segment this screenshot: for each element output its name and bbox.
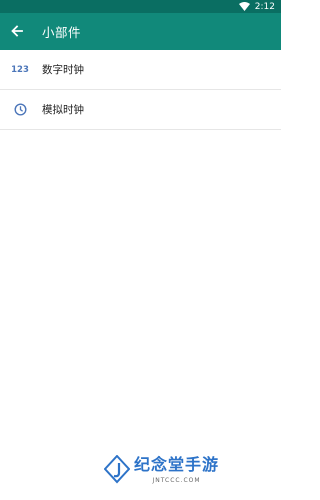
brand-url: JNTCCC.COM — [152, 477, 201, 484]
back-button[interactable] — [0, 13, 34, 50]
digits-123-icon: 123 — [11, 64, 29, 75]
list-item-label: 数字时钟 — [42, 64, 84, 76]
list-item-label: 模拟时钟 — [42, 104, 84, 116]
brand-name: 纪念堂手游 — [134, 455, 220, 474]
arrow-left-icon — [11, 22, 23, 41]
status-bar: 2:12 — [0, 0, 281, 13]
wifi-icon — [238, 2, 250, 11]
clock-icon — [0, 103, 40, 116]
page-title: 小部件 — [42, 25, 82, 40]
brand-logo-icon — [103, 454, 131, 485]
widget-list: 123 数字时钟 模拟时钟 — [0, 50, 281, 130]
list-item-digital-clock[interactable]: 123 数字时钟 — [0, 50, 281, 90]
list-item-analog-clock[interactable]: 模拟时钟 — [0, 90, 281, 130]
watermark: 纪念堂手游 JNTCCC.COM — [103, 454, 274, 495]
app-bar: 小部件 — [0, 13, 281, 50]
status-time: 2:12 — [254, 1, 275, 12]
